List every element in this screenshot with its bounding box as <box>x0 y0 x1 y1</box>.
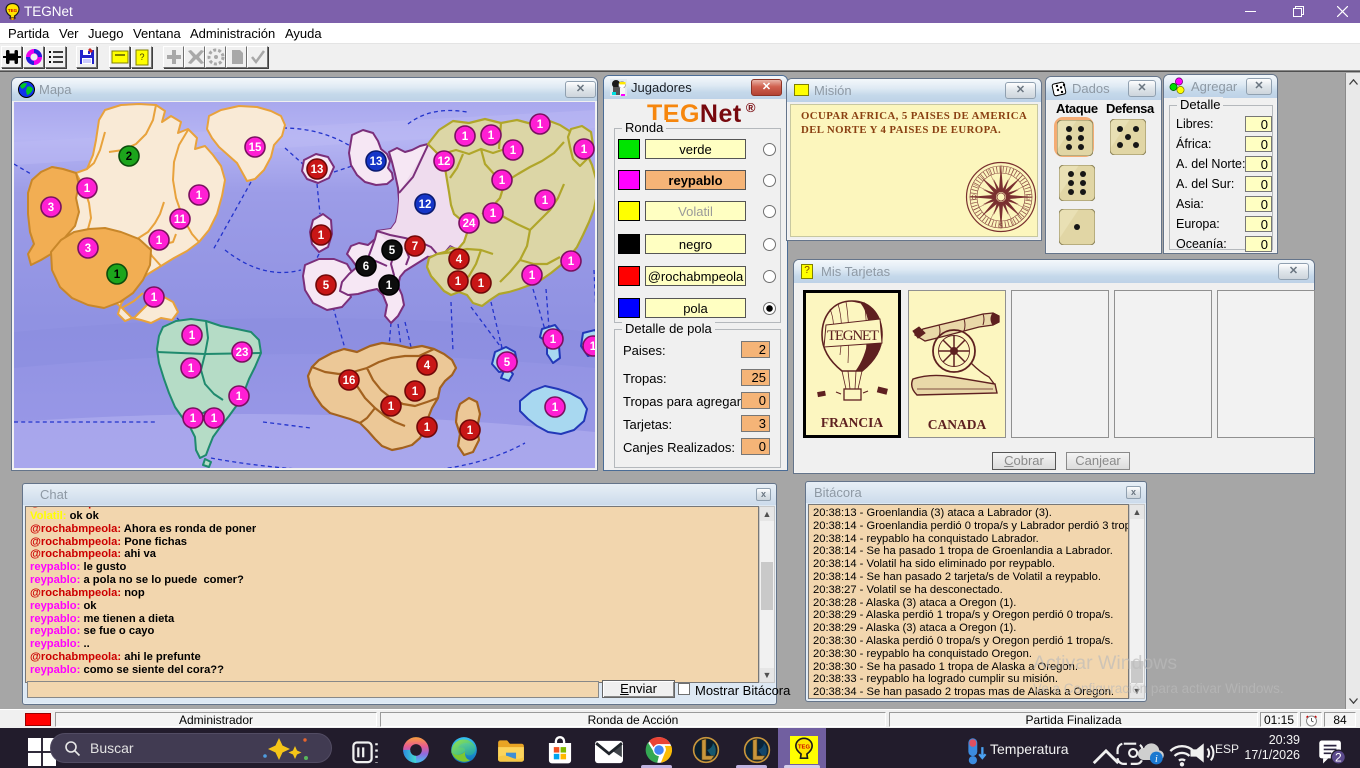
svg-text:12: 12 <box>438 156 451 168</box>
svg-text:1: 1 <box>388 401 395 413</box>
svg-text:1: 1 <box>552 402 559 414</box>
svg-text:1: 1 <box>151 292 158 304</box>
svg-text:11: 11 <box>174 214 187 226</box>
svg-text:1: 1 <box>189 330 196 342</box>
svg-text:TEGNET: TEGNET <box>827 328 879 344</box>
svg-text:TEG: TEG <box>798 744 810 750</box>
svg-text:S: S <box>999 222 1003 230</box>
svg-text:23: 23 <box>236 347 249 359</box>
svg-text:1: 1 <box>424 422 431 434</box>
svg-text:1: 1 <box>542 195 549 207</box>
svg-text:1: 1 <box>156 235 163 247</box>
svg-text:1: 1 <box>114 269 121 281</box>
svg-text:1: 1 <box>529 270 536 282</box>
svg-text:1: 1 <box>318 230 325 242</box>
svg-text:1: 1 <box>581 144 588 156</box>
svg-text:1: 1 <box>211 413 218 425</box>
svg-text:15: 15 <box>249 142 262 154</box>
svg-text:4: 4 <box>456 254 463 266</box>
svg-text:4: 4 <box>424 360 431 372</box>
svg-text:5: 5 <box>504 357 511 369</box>
svg-text:i: i <box>1155 754 1158 765</box>
svg-text:1: 1 <box>499 175 506 187</box>
svg-text:?: ? <box>139 52 144 62</box>
svg-text:1: 1 <box>488 130 495 142</box>
svg-text:5: 5 <box>323 280 330 292</box>
svg-text:1: 1 <box>490 208 497 220</box>
svg-text:2: 2 <box>126 151 132 163</box>
svg-text:1: 1 <box>386 280 393 292</box>
svg-text:1: 1 <box>190 413 197 425</box>
svg-text:1: 1 <box>196 190 203 202</box>
svg-text:1: 1 <box>537 119 544 131</box>
svg-text:1: 1 <box>455 276 462 288</box>
svg-text:1: 1 <box>478 278 485 290</box>
svg-text:1: 1 <box>467 425 474 437</box>
svg-text:1: 1 <box>236 391 243 403</box>
svg-text:1: 1 <box>412 386 419 398</box>
svg-text:12: 12 <box>419 199 432 211</box>
svg-text:1: 1 <box>462 131 469 143</box>
svg-text:1: 1 <box>568 256 575 268</box>
svg-text:7: 7 <box>412 241 418 253</box>
svg-text:1: 1 <box>84 183 91 195</box>
svg-text:24: 24 <box>463 218 476 230</box>
svg-text:16: 16 <box>343 375 356 387</box>
svg-text:3: 3 <box>48 202 54 214</box>
svg-text:13: 13 <box>370 156 383 168</box>
svg-text:2: 2 <box>1335 751 1342 765</box>
svg-text:E: E <box>1026 194 1030 202</box>
svg-text:3: 3 <box>85 243 91 255</box>
svg-text:1: 1 <box>590 341 595 353</box>
svg-text:1: 1 <box>510 145 517 157</box>
svg-text:5: 5 <box>389 245 396 257</box>
svg-text:TEG: TEG <box>8 8 18 13</box>
svg-text:13: 13 <box>311 164 324 176</box>
svg-text:1: 1 <box>188 363 195 375</box>
svg-text:6: 6 <box>363 261 369 273</box>
svg-text:O: O <box>971 194 976 202</box>
svg-text:1: 1 <box>550 334 557 346</box>
